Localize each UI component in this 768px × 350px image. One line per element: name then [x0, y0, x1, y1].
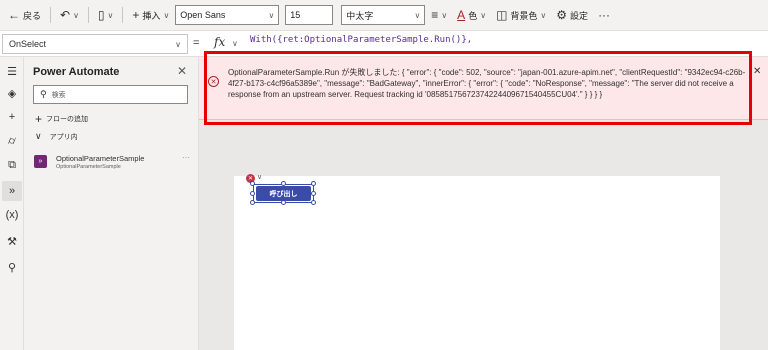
resize-handle[interactable] — [250, 181, 255, 186]
fx-button[interactable]: fx — [214, 35, 225, 49]
undo-icon: ↶ — [60, 8, 71, 22]
search-input[interactable]: ⚲ 検索 — [33, 85, 188, 104]
clipboard-icon: ▯ — [97, 8, 105, 22]
chevron-down-icon: ∨ — [441, 10, 448, 20]
search-placeholder: 検索 — [51, 91, 66, 99]
insert-label: 挿入 — [142, 10, 161, 21]
fill-button[interactable]: ◫ 背景色 ∨ — [492, 4, 550, 26]
font-size-input[interactable]: 15 — [285, 5, 334, 25]
undo-button[interactable]: ↶ ∨ — [56, 4, 83, 26]
chevron-down-icon: ∨ — [414, 10, 421, 20]
chevron-down-icon: ∨ — [268, 10, 275, 20]
fill-icon: ◫ — [496, 8, 508, 22]
insert-button[interactable]: + 挿入 ∨ — [128, 4, 173, 26]
equals-sign: = — [193, 37, 200, 49]
chevron-down-icon[interactable]: ∨ — [257, 173, 262, 181]
resize-handle[interactable] — [250, 200, 255, 205]
font-weight-value: 中太字 — [346, 10, 374, 21]
media-icon[interactable]: ⧉ — [2, 155, 22, 175]
divider — [87, 7, 89, 23]
color-label: 色 — [468, 10, 478, 21]
chevron-down-icon[interactable]: ∨ — [232, 39, 238, 48]
chevron-down-icon: ∨ — [540, 10, 547, 20]
chevron-down-icon: ∨ — [35, 131, 42, 141]
resize-handle[interactable] — [311, 191, 316, 196]
resize-handle[interactable] — [311, 181, 316, 186]
flow-subtitle: OptionalParameterSample — [56, 164, 121, 170]
font-size-value: 15 — [290, 10, 301, 20]
font-color-icon: A — [457, 8, 466, 22]
plus-icon: + — [132, 8, 140, 22]
paste-button[interactable]: ▯ ∨ — [94, 4, 117, 26]
search-icon[interactable]: ⚲ — [2, 257, 22, 277]
property-value: OnSelect — [9, 39, 47, 49]
menu-icon[interactable]: ☰ — [2, 61, 22, 81]
settings-button[interactable]: ⚙ 設定 — [552, 4, 592, 26]
add-flow-button[interactable]: + フローの追加 — [35, 112, 88, 126]
tools-icon[interactable]: ⚒ — [2, 231, 22, 251]
font-weight-select[interactable]: 中太字 ∨ — [341, 5, 426, 25]
section-in-app[interactable]: ∨ アプリ内 — [35, 131, 78, 142]
text-color-button[interactable]: A 色 ∨ — [453, 4, 490, 26]
back-label: 戻る — [23, 10, 42, 21]
gear-icon: ⚙ — [556, 8, 568, 22]
flow-icon: » — [34, 155, 47, 168]
plus-icon[interactable]: + — [2, 107, 22, 127]
power-automate-panel: Power Automate ✕ ⚲ 検索 + フローの追加 ∨ アプリ内 » … — [24, 57, 199, 350]
variables-icon[interactable]: (x) — [2, 205, 22, 225]
more-icon[interactable]: ··· — [182, 153, 190, 162]
panel-title: Power Automate — [33, 66, 120, 78]
align-button[interactable]: ≡ ∨ — [427, 4, 451, 26]
font-family-select[interactable]: Open Sans ∨ — [175, 5, 280, 25]
arrow-left-icon: ← — [8, 8, 20, 22]
resize-handle[interactable] — [311, 200, 316, 205]
back-button[interactable]: ← 戻る — [4, 4, 45, 26]
chevron-down-icon: ∨ — [163, 10, 170, 20]
divider — [50, 7, 52, 23]
layers-icon[interactable]: ◈ — [2, 83, 22, 103]
chevron-down-icon: ∨ — [480, 10, 487, 20]
left-rail: ☰ ◈ + ⌭ ⧉ » (x) ⚒ ⚲ — [0, 57, 24, 350]
plus-icon: + — [35, 112, 43, 126]
chevron-down-icon: ∨ — [175, 39, 181, 49]
call-flow-button[interactable]: 呼び出し — [256, 186, 311, 201]
chevron-down-icon: ∨ — [107, 10, 114, 20]
formula-input[interactable]: With({ret:OptionalParameterSample.Run()}… — [250, 35, 472, 45]
command-bar: ← 戻る ↶ ∨ ▯ ∨ + 挿入 ∨ Open Sans ∨ 15 中太字 ∨… — [0, 0, 768, 30]
close-icon[interactable]: ✕ — [177, 64, 187, 78]
close-icon[interactable]: ✕ — [753, 66, 761, 77]
search-icon: ⚲ — [40, 89, 47, 99]
annotation-highlight-box — [204, 51, 752, 125]
power-automate-icon[interactable]: » — [2, 181, 22, 201]
fill-label: 背景色 — [510, 10, 538, 21]
more-button[interactable]: ··· — [594, 4, 614, 26]
settings-label: 設定 — [570, 10, 589, 21]
align-icon: ≡ — [431, 8, 439, 22]
flow-list-item[interactable]: » OptionalParameterSample OptionalParame… — [34, 153, 192, 173]
data-icon[interactable]: ⌭ — [2, 131, 22, 151]
chevron-down-icon: ∨ — [73, 10, 79, 20]
divider — [122, 7, 124, 23]
flow-name: OptionalParameterSample — [56, 154, 145, 163]
resize-handle[interactable] — [250, 191, 255, 196]
add-flow-label: フローの追加 — [46, 116, 89, 123]
font-family-value: Open Sans — [180, 10, 226, 20]
section-label: アプリ内 — [49, 133, 78, 141]
property-select[interactable]: OnSelect ∨ — [2, 34, 188, 54]
more-icon: ··· — [598, 8, 611, 22]
